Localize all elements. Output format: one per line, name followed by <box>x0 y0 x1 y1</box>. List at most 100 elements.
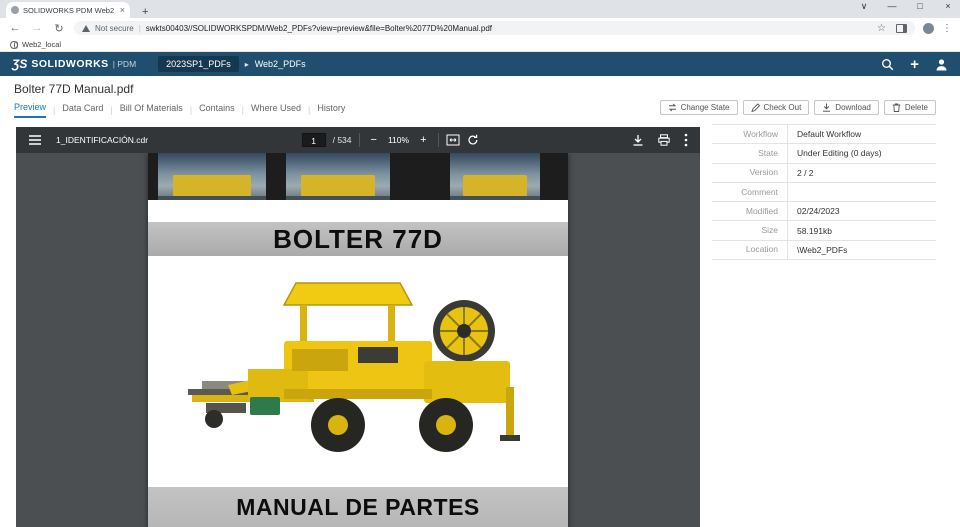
tab-data-card[interactable]: Data Card <box>62 103 103 117</box>
property-value: 2 / 2 <box>788 168 936 178</box>
photo-ground <box>158 196 266 200</box>
property-row: Size58.191kb <box>712 221 936 240</box>
photo-thumbnail <box>158 153 266 200</box>
bookmark-star-icon[interactable]: ☆ <box>877 23 886 34</box>
property-value: 58.191kb <box>788 226 936 236</box>
not-secure-warning-icon <box>82 25 90 32</box>
property-label: Modified <box>712 202 788 221</box>
screen: SOLIDWORKS PDM Web2 - 202 × + ∨ — □ × ← … <box>0 0 960 527</box>
toolbar-divider <box>359 133 360 147</box>
app-logo-suffix: | PDM <box>113 59 136 69</box>
download-label: Download <box>835 103 871 112</box>
delete-label: Delete <box>905 103 928 112</box>
tab-separator: | <box>308 105 310 115</box>
zoom-out-button[interactable]: − <box>367 134 381 146</box>
property-row: StateUnder Editing (0 days) <box>712 144 936 163</box>
photo-thumbnail <box>286 153 390 200</box>
check-out-label: Check Out <box>764 103 802 112</box>
tab-contains[interactable]: Contains <box>199 103 235 117</box>
user-icon[interactable] <box>935 58 948 71</box>
breadcrumb-vault[interactable]: 2023SP1_PDFs <box>158 56 239 72</box>
browser-tab[interactable]: SOLIDWORKS PDM Web2 - 202 × <box>6 2 130 18</box>
page-count-label: / 534 <box>333 135 352 145</box>
address-input[interactable]: Not secure | swkts00403//SOLIDWORKSPDM/W… <box>74 21 915 35</box>
download-button[interactable]: Download <box>814 100 879 115</box>
fit-width-icon[interactable] <box>446 134 460 146</box>
browser-menu-icon[interactable]: ⋮ <box>942 23 952 34</box>
window-dropdown-icon[interactable]: ∨ <box>858 1 870 12</box>
print-icon[interactable] <box>658 134 670 146</box>
tab-separator: | <box>242 105 244 115</box>
property-value: 02/24/2023 <box>788 206 936 216</box>
browser-tabstrip: SOLIDWORKS PDM Web2 - 202 × + ∨ — □ × <box>0 0 960 18</box>
window-maximize-icon[interactable]: □ <box>914 1 926 12</box>
machine-illustration <box>188 277 528 467</box>
file-actions: Change State Check Out Download Delete <box>660 100 936 115</box>
back-icon[interactable]: ← <box>8 22 22 34</box>
page-title: Bolter 77D Manual.pdf <box>14 82 133 96</box>
footer-banner: MANUAL DE PARTES <box>148 487 568 527</box>
machine-photo-shape <box>301 175 376 197</box>
zoom-level-label: 110% <box>388 135 409 145</box>
document-title: BOLTER 77D <box>273 224 443 255</box>
breadcrumb: 2023SP1_PDFs ▸ Web2_PDFs <box>158 56 305 72</box>
omnibox-separator: | <box>139 24 141 33</box>
breadcrumb-folder[interactable]: Web2_PDFs <box>255 59 306 69</box>
header-actions: + <box>881 57 948 72</box>
tab-preview[interactable]: Preview <box>14 102 46 118</box>
tab-close-icon[interactable]: × <box>120 6 125 15</box>
toolbar-divider <box>438 133 439 147</box>
file-properties-panel: WorkflowDefault Workflow StateUnder Edit… <box>712 124 936 260</box>
tab-where-used[interactable]: Where Used <box>251 103 301 117</box>
tab-history[interactable]: History <box>317 103 345 117</box>
bookmarks-bar: Web2_local <box>0 38 960 52</box>
pdf-scroll-area[interactable]: BOLTER 77D <box>16 153 700 527</box>
new-tab-button[interactable]: + <box>138 6 152 18</box>
refresh-icon[interactable]: ↻ <box>52 22 66 35</box>
delete-button[interactable]: Delete <box>884 100 936 115</box>
download-icon <box>822 103 831 112</box>
window-minimize-icon[interactable]: — <box>886 1 898 12</box>
forward-icon[interactable]: → <box>30 22 44 34</box>
property-label: Version <box>712 163 788 182</box>
photo-strip <box>148 153 568 200</box>
browser-profile-avatar[interactable] <box>923 23 934 34</box>
change-state-label: Change State <box>681 103 730 112</box>
pdf-page: BOLTER 77D <box>148 153 568 527</box>
page-number-input[interactable]: 1 <box>302 133 326 147</box>
search-icon[interactable] <box>881 58 894 71</box>
property-label: Size <box>712 221 788 240</box>
property-value: Default Workflow <box>788 129 936 139</box>
window-close-icon[interactable]: × <box>942 1 954 12</box>
pdf-download-icon[interactable] <box>632 134 644 146</box>
tab-separator: | <box>110 105 112 115</box>
property-row: Version2 / 2 <box>712 164 936 183</box>
menu-hamburger-icon[interactable] <box>28 134 42 146</box>
change-state-button[interactable]: Change State <box>660 100 738 115</box>
machine-photo-shape <box>173 175 251 197</box>
pdf-viewer: 1_IDENTIFICACIÓN.cdr 1 / 534 − 110% + <box>16 127 700 527</box>
check-out-button[interactable]: Check Out <box>743 100 810 115</box>
pencil-icon <box>751 103 760 112</box>
title-banner: BOLTER 77D <box>148 222 568 256</box>
url-text: swkts00403//SOLIDWORKSPDM/Web2_PDFs?view… <box>146 24 492 33</box>
property-label: Workflow <box>712 125 788 144</box>
photo-thumbnail <box>450 153 540 200</box>
rotate-icon[interactable] <box>467 134 479 146</box>
machine-photo-shape <box>463 175 528 197</box>
kebab-menu-icon[interactable] <box>684 133 688 147</box>
add-icon[interactable]: + <box>910 57 919 72</box>
property-value: Under Editing (0 days) <box>788 148 936 158</box>
side-panel-icon[interactable] <box>896 24 907 33</box>
property-row: WorkflowDefault Workflow <box>712 125 936 144</box>
tab-bill-of-materials[interactable]: Bill Of Materials <box>120 103 183 117</box>
tab-favicon-icon <box>11 6 19 14</box>
change-state-icon <box>668 103 677 112</box>
omnibox-actions: ☆ <box>877 23 907 34</box>
document-subtitle: MANUAL DE PARTES <box>236 494 480 521</box>
pdf-toolbar: 1_IDENTIFICACIÓN.cdr 1 / 534 − 110% + <box>16 127 700 153</box>
zoom-in-button[interactable]: + <box>416 134 430 146</box>
app-header: ƷS SOLIDWORKS | PDM 2023SP1_PDFs ▸ Web2_… <box>0 52 960 76</box>
solidworks-logo-icon: ƷS <box>12 57 27 71</box>
bookmark-item[interactable]: Web2_local <box>22 40 61 49</box>
